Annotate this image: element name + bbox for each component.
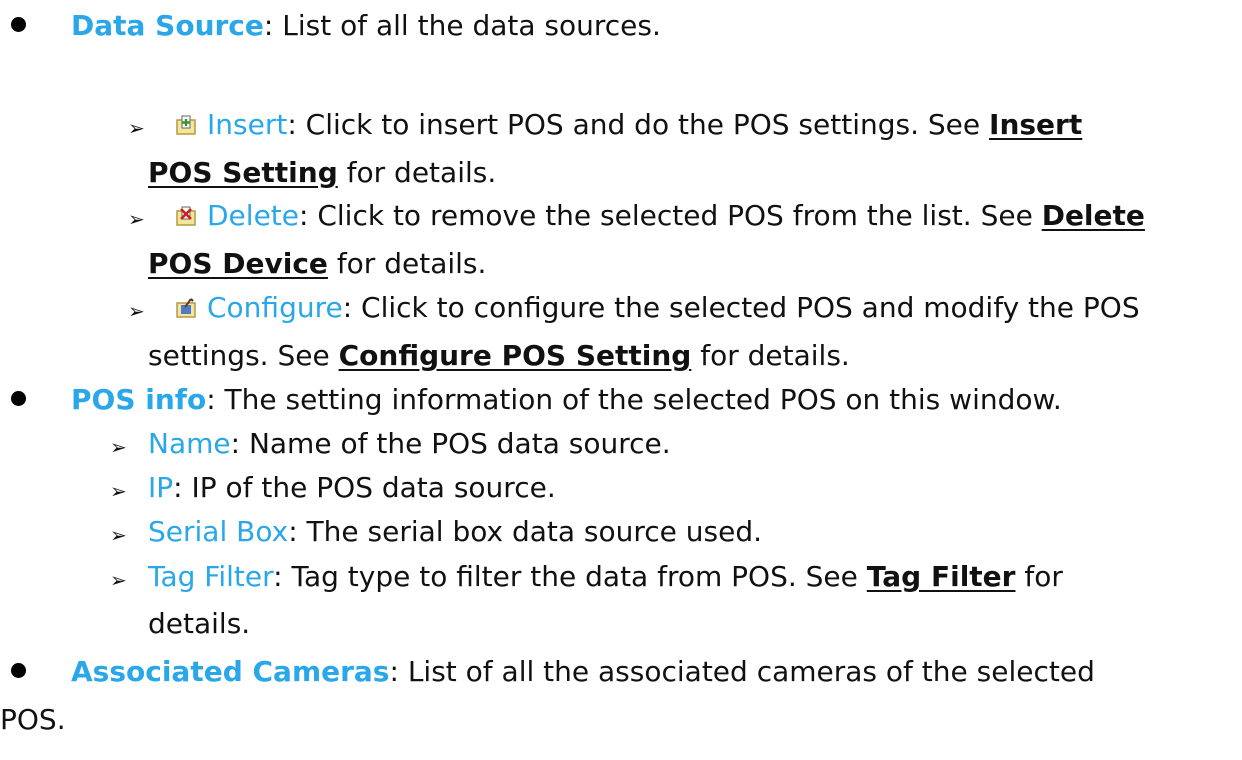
pos-info-term: POS info bbox=[71, 383, 207, 416]
pos-tag-filter-text: : Tag type to filter the data from POS. … bbox=[273, 560, 867, 593]
pos-ip-text: : IP of the POS data source. bbox=[173, 471, 556, 504]
delete-line-1: Delete: Click to remove the selected POS… bbox=[175, 202, 1145, 230]
insert-line-2: POS Setting for details. bbox=[148, 159, 496, 187]
delete-text: : Click to remove the selected POS from … bbox=[299, 199, 1042, 232]
delete-line-2: POS Device for details. bbox=[148, 250, 486, 278]
pos-tag-filter-for-text: for bbox=[1015, 560, 1063, 593]
delete-pos-device-link-part1[interactable]: Delete bbox=[1042, 199, 1145, 232]
arrow-bullet-icon: ➢ bbox=[128, 116, 145, 140]
pos-name-text: : Name of the POS data source. bbox=[230, 427, 671, 460]
delete-label: Delete bbox=[207, 199, 299, 232]
configure-label: Configure bbox=[207, 291, 343, 324]
insert-pos-setting-link-part1[interactable]: Insert bbox=[989, 108, 1082, 141]
bullet-icon bbox=[11, 17, 26, 32]
pos-tag-filter-details-text: details. bbox=[148, 607, 251, 640]
pos-serial-box-label: Serial Box bbox=[148, 515, 289, 548]
pos-serial-box-line: Serial Box: The serial box data source u… bbox=[148, 518, 762, 546]
configure-text: : Click to configure the selected POS an… bbox=[342, 291, 1140, 324]
delete-pos-device-link-part2[interactable]: POS Device bbox=[148, 247, 328, 280]
pos-info-text: : The setting information of the selecte… bbox=[206, 383, 1062, 416]
bullet-icon bbox=[11, 663, 26, 678]
pos-tag-filter-line-2: details. bbox=[148, 610, 250, 638]
arrow-bullet-icon: ➢ bbox=[128, 207, 145, 231]
insert-text: : Click to insert POS and do the POS set… bbox=[287, 108, 990, 141]
associated-cameras-term: Associated Cameras bbox=[71, 655, 390, 688]
pos-name-label: Name bbox=[148, 427, 231, 460]
tag-filter-link[interactable]: Tag Filter bbox=[867, 560, 1016, 593]
insert-details-text: for details. bbox=[337, 156, 497, 189]
configure-icon bbox=[176, 298, 196, 318]
configure-see-text: settings. See bbox=[148, 339, 339, 372]
insert-icon bbox=[176, 115, 196, 135]
arrow-bullet-icon: ➢ bbox=[110, 523, 127, 547]
associated-cameras-line-1: Associated Cameras: List of all the asso… bbox=[71, 658, 1095, 686]
data-source-text: : List of all the data sources. bbox=[263, 9, 661, 42]
configure-pos-setting-link[interactable]: Configure POS Setting bbox=[339, 339, 692, 372]
pos-ip-line: IP: IP of the POS data source. bbox=[148, 474, 556, 502]
associated-cameras-text: : List of all the associated cameras of … bbox=[389, 655, 1095, 688]
delete-details-text: for details. bbox=[327, 247, 487, 280]
configure-details-text: for details. bbox=[691, 339, 850, 372]
pos-ip-label: IP bbox=[148, 471, 174, 504]
insert-label: Insert bbox=[207, 108, 288, 141]
arrow-bullet-icon: ➢ bbox=[128, 299, 145, 323]
pos-tag-filter-label: Tag Filter bbox=[148, 560, 274, 593]
arrow-bullet-icon: ➢ bbox=[110, 568, 127, 592]
associated-cameras-cont-text: POS. bbox=[0, 703, 66, 736]
associated-cameras-line-2: POS. bbox=[0, 706, 66, 734]
delete-icon bbox=[176, 206, 196, 226]
configure-line-2: settings. See Configure POS Setting for … bbox=[148, 342, 850, 370]
insert-pos-setting-link-part2[interactable]: POS Setting bbox=[148, 156, 338, 189]
pos-name-line: Name: Name of the POS data source. bbox=[148, 430, 671, 458]
data-source-term: Data Source bbox=[71, 9, 264, 42]
configure-line-1: Configure: Click to configure the select… bbox=[175, 294, 1140, 322]
bullet-icon bbox=[11, 391, 26, 406]
data-source-line: Data Source: List of all the data source… bbox=[71, 12, 661, 40]
insert-line-1: Insert: Click to insert POS and do the P… bbox=[175, 111, 1082, 139]
pos-tag-filter-line-1: Tag Filter: Tag type to filter the data … bbox=[148, 563, 1063, 591]
arrow-bullet-icon: ➢ bbox=[110, 435, 127, 459]
arrow-bullet-icon: ➢ bbox=[110, 479, 127, 503]
pos-info-line: POS info: The setting information of the… bbox=[71, 386, 1062, 414]
pos-serial-box-text: : The serial box data source used. bbox=[288, 515, 763, 548]
